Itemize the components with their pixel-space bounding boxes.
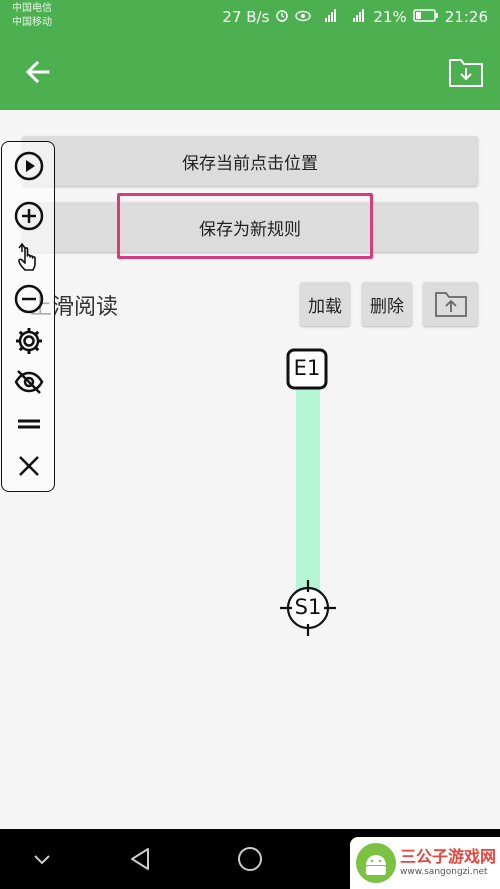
add-point-button[interactable] bbox=[13, 200, 45, 232]
import-button[interactable] bbox=[448, 56, 484, 88]
start-point-marker[interactable]: S1 bbox=[280, 580, 336, 636]
swipe-gesture bbox=[296, 388, 320, 608]
signal-2g-icon bbox=[345, 8, 367, 26]
end-point-label: E1 bbox=[293, 356, 321, 380]
play-button[interactable] bbox=[13, 150, 45, 182]
swipe-hand-icon bbox=[18, 242, 36, 271]
battery-percent: 21% bbox=[373, 8, 407, 26]
hide-nav-button[interactable] bbox=[30, 847, 54, 871]
eye-icon bbox=[295, 8, 312, 26]
clock: 21:26 bbox=[444, 8, 488, 26]
status-icons: 27 B/s 21% 21:26 bbox=[222, 8, 488, 26]
menu-button[interactable] bbox=[13, 408, 45, 440]
close-icon bbox=[19, 456, 39, 476]
equals-icon bbox=[18, 419, 40, 429]
highlight-box bbox=[117, 193, 373, 259]
close-button[interactable] bbox=[13, 450, 45, 482]
arrow-left-icon bbox=[25, 60, 50, 84]
settings-button[interactable] bbox=[13, 325, 45, 357]
android-logo-icon bbox=[356, 843, 396, 883]
gear-icon bbox=[16, 328, 42, 354]
carrier-1: 中国电信 bbox=[12, 3, 52, 14]
battery-icon bbox=[413, 8, 439, 26]
carrier-info: 中国电信 中国移动 bbox=[12, 2, 52, 30]
watermark-url: www.sangongzi.net bbox=[400, 867, 488, 877]
hide-button[interactable] bbox=[13, 366, 45, 398]
carrier-2: 中国移动 bbox=[12, 17, 52, 28]
watermark: 三公子游戏网 www.sangongzi.net bbox=[350, 837, 500, 889]
nav-back-button[interactable] bbox=[126, 845, 154, 873]
add-swipe-button[interactable] bbox=[13, 240, 45, 272]
floating-toolbar[interactable] bbox=[1, 141, 55, 492]
app-bar bbox=[0, 34, 500, 110]
play-icon bbox=[14, 151, 44, 181]
save-click-position-button[interactable]: 保存当前点击位置 bbox=[22, 136, 478, 186]
chevron-down-icon bbox=[34, 855, 50, 865]
eye-off-icon bbox=[14, 370, 44, 394]
delete-button[interactable]: 删除 bbox=[362, 282, 412, 326]
alarm-icon bbox=[275, 8, 289, 26]
load-button[interactable]: 加载 bbox=[300, 282, 350, 326]
end-point-marker[interactable]: E1 bbox=[286, 348, 328, 390]
minus-icon bbox=[14, 284, 44, 314]
start-point-label: S1 bbox=[294, 595, 322, 619]
back-button[interactable] bbox=[22, 56, 54, 88]
signal-4g-icon bbox=[317, 8, 339, 26]
folder-upload-icon bbox=[434, 292, 467, 317]
nav-home-button[interactable] bbox=[236, 845, 264, 873]
watermark-name: 三公子游戏网 bbox=[400, 847, 497, 866]
status-bar: 中国电信 中国移动 27 B/s 21% 21:26 bbox=[0, 0, 500, 34]
plus-icon bbox=[14, 201, 44, 231]
swipe-path bbox=[296, 388, 320, 608]
circle-home-icon bbox=[238, 847, 262, 871]
remove-point-button[interactable] bbox=[13, 283, 45, 315]
triangle-back-icon bbox=[131, 848, 149, 870]
folder-download-icon bbox=[449, 59, 483, 87]
network-speed: 27 B/s bbox=[222, 8, 270, 26]
export-button[interactable] bbox=[423, 282, 478, 326]
